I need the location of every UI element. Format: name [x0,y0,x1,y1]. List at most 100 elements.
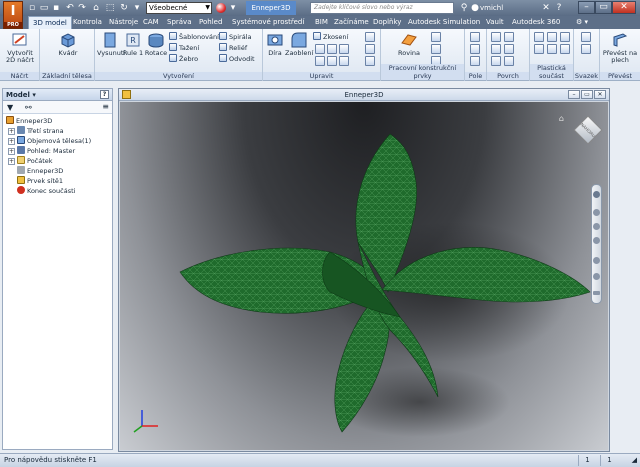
coil-button[interactable]: Spirála [219,32,252,41]
lip-icon[interactable] [560,44,570,54]
combine-icon[interactable] [327,56,337,66]
move-face-icon[interactable] [365,32,375,42]
expand-icon[interactable]: + [8,158,15,165]
maximize-button[interactable]: ▭ [595,1,612,14]
help-search-input[interactable]: Zadejte klíčové slovo nebo výraz [310,2,454,14]
open-icon[interactable]: ▭ [38,2,50,14]
exchange-icon[interactable]: ✕ [540,2,552,14]
look-at-icon[interactable] [593,257,600,264]
tree-item-thirdparty[interactable]: + Třetí strana [8,126,64,136]
browser-header[interactable]: Model ▾? [3,89,112,101]
undo-icon[interactable]: ↶ [64,2,76,14]
project-combo[interactable]: Všeobecné ▼ [146,2,212,14]
orbit-icon[interactable] [593,237,600,244]
tab-doplnky[interactable]: Doplňky [369,16,405,29]
loft-button[interactable]: Šablonování [169,32,219,41]
convert-sheetmetal-button[interactable]: Převést na plech [602,31,638,64]
new-icon[interactable]: ▫ [26,2,38,14]
select-icon[interactable]: ⬚ [104,2,116,14]
rule-fillet-icon[interactable] [547,44,557,54]
sweep-button[interactable]: Tažení [169,43,199,52]
tab-system[interactable]: Systémové prostředí [228,16,308,29]
navbar-options-icon[interactable] [593,291,600,295]
fillet-button[interactable]: Zaoblení [285,31,313,57]
tab-sprava[interactable]: Správa [163,16,196,29]
trim-icon[interactable] [491,44,501,54]
revolve-button[interactable]: Rotace [144,31,168,57]
tree-item-solids[interactable]: + Objemová tělesa(1) [8,136,91,146]
filter-icon[interactable]: ▼ [7,103,13,112]
tab-nastroje[interactable]: Nástroje [105,16,142,29]
hole-button[interactable]: Díra [265,31,285,57]
mirror-icon[interactable] [470,56,480,66]
shell-icon[interactable] [315,44,325,54]
delete-face-icon[interactable] [365,56,375,66]
tree-item-origin[interactable]: + Počátek [8,156,53,166]
resize-grip-icon[interactable]: ◢ [632,454,637,467]
harness-props-icon[interactable] [581,44,591,54]
rect-pattern-icon[interactable] [470,32,480,42]
expand-icon[interactable]: + [8,128,15,135]
tab-kontrola[interactable]: Kontrola [69,16,106,29]
home-icon[interactable]: ⌂ [90,2,102,14]
app-logo[interactable]: I PRO [3,1,23,29]
browser-menu-icon[interactable]: ≡ [102,102,109,111]
split-icon[interactable] [315,56,325,66]
plane-button[interactable]: Rovina [395,31,423,57]
zoom-icon[interactable] [593,223,600,230]
draft-icon[interactable] [327,44,337,54]
thicken-icon[interactable] [339,56,349,66]
rib-button[interactable]: Žebro [169,54,198,63]
stitch-icon[interactable] [491,32,501,42]
nav-wheel-icon[interactable] [593,191,600,198]
emboss-button[interactable]: Reliéf [219,43,247,52]
create-sketch-button[interactable]: Vytvořit 2D náčrt [3,31,37,64]
minimize-button[interactable]: – [578,1,595,14]
circ-pattern-icon[interactable] [470,44,480,54]
ribbon-options-icon[interactable]: ⚙ ▾ [572,16,592,29]
harness-icon[interactable] [581,32,591,42]
copy-object-icon[interactable] [365,44,375,54]
axis-icon[interactable] [431,32,441,42]
rule-button[interactable]: R Rule 1 [122,31,144,57]
tab-zaciname[interactable]: Začínáme [330,16,373,29]
doc-close-button[interactable]: ✕ [594,90,606,99]
find-icon[interactable]: ⚯ [25,103,32,112]
user-name[interactable]: vmichl [480,2,503,14]
expand-icon[interactable]: + [8,138,15,145]
patch-icon[interactable] [504,32,514,42]
doc-restore-button[interactable]: ▭ [581,90,593,99]
tab-cam[interactable]: CAM [139,16,163,29]
model-canvas[interactable]: NAHORU ⌂ [120,102,608,450]
extend-icon[interactable] [504,44,514,54]
zoom-extents-icon[interactable] [593,273,600,280]
tab-pohled[interactable]: Pohled [195,16,226,29]
update-icon[interactable]: ↻ [118,2,130,14]
chamfer-button[interactable]: Zkosení [313,32,348,41]
tab-bim[interactable]: BIM [311,16,332,29]
pan-icon[interactable] [593,209,600,216]
extrude-button[interactable]: Vysunutí [97,31,125,57]
rest-icon[interactable] [560,32,570,42]
sculpt-icon[interactable] [491,56,501,66]
close-button[interactable]: ✕ [612,1,636,14]
tab-vault[interactable]: Vault [482,16,508,29]
browser-help-icon[interactable]: ? [100,90,109,99]
box-button[interactable]: Kvádr [54,31,82,57]
grill-icon[interactable] [534,32,544,42]
help-icon[interactable]: ? [553,2,565,14]
save-icon[interactable]: ▪ [50,2,62,14]
viewcube-home-icon[interactable]: ⌂ [559,114,564,123]
tab-3d-model[interactable]: 3D model [28,16,72,29]
tab-autodesk360[interactable]: Autodesk 360 [508,16,564,29]
appearance-dropdown-icon[interactable]: ▾ [227,2,239,14]
tree-item-endofpart[interactable]: Konec součásti [17,186,75,196]
replace-face-icon[interactable] [504,56,514,66]
boss-icon[interactable] [547,32,557,42]
thread-icon[interactable] [339,44,349,54]
tab-simulation[interactable]: Autodesk Simulation [404,16,484,29]
tree-item-mesh[interactable]: Enneper3D [17,166,63,176]
derive-button[interactable]: Odvodit [219,54,255,63]
tree-item-root[interactable]: Enneper3D [6,116,52,126]
snap-fit-icon[interactable] [534,44,544,54]
